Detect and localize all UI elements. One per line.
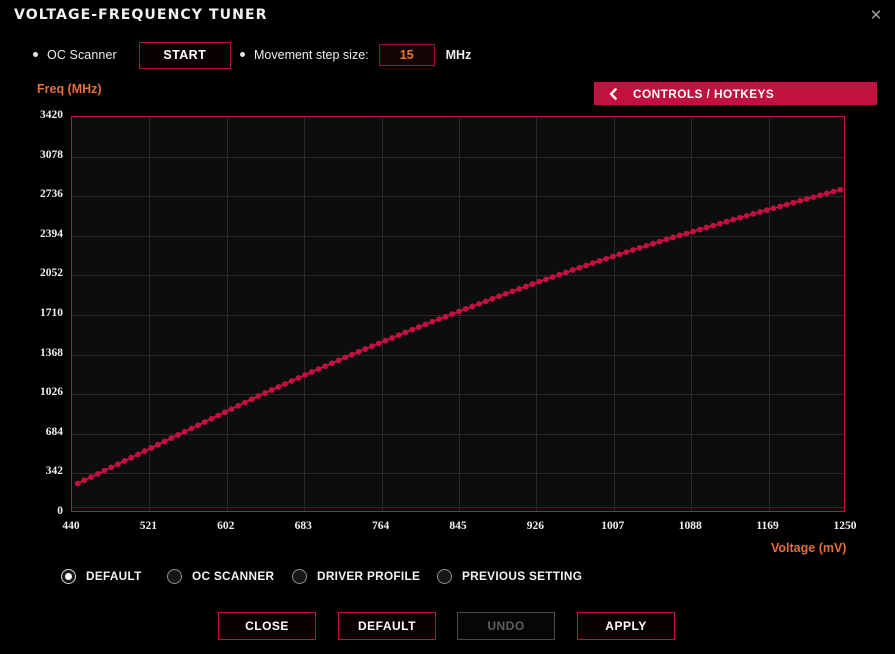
radio-previous-setting[interactable]: PREVIOUS SETTING — [437, 564, 582, 588]
start-button[interactable]: START — [138, 41, 231, 69]
y-axis-tick-label: 3420 — [40, 109, 63, 121]
bullet-icon — [240, 51, 245, 57]
radio-selected-dot-icon — [65, 572, 72, 580]
footer-button-row: CLOSE DEFAULT UNDO APPLY — [0, 612, 895, 642]
mode-radio-group: DEFAULT OC SCANNER DRIVER PROFILE PREVIOUS … — [0, 564, 895, 588]
y-axis-tick-labels: 0 342 684 1026 1368 1710 2052 2394 2736 3078 3420 — [0, 0, 63, 654]
y-axis-tick-label: 3078 — [40, 148, 63, 161]
x-axis-tick-label: 440 — [62, 520, 80, 532]
movement-step-size-input[interactable]: 15 — [378, 44, 435, 66]
close-button[interactable]: CLOSE — [218, 612, 316, 640]
x-axis-tick-label: 683 — [294, 520, 312, 532]
radio-circle-icon — [167, 568, 182, 584]
x-axis-tick-label: 1088 — [678, 520, 702, 532]
y-axis-tick-label: 2394 — [40, 227, 63, 240]
radio-label: DEFAULT — [86, 569, 142, 583]
x-axis-tick-label: 602 — [217, 520, 235, 532]
x-axis-tick-label: 521 — [139, 520, 158, 532]
curve-series — [74, 186, 844, 487]
movement-step-size-group: Movement step size: 15 MHz — [240, 40, 471, 70]
voltage-frequency-chart[interactable] — [71, 116, 845, 512]
x-axis-tick-label: 845 — [449, 520, 467, 532]
top-control-row: OC Scanner START Movement step size: 15 … — [0, 40, 895, 105]
title-bar: VOLTAGE-FREQUENCY TUNER ✕ — [0, 0, 895, 34]
x-axis-tick-labels: 440 521 602 683 764 845 926 1007 1088 1169 1250 — [0, 520, 895, 538]
y-axis-tick-label: 1026 — [40, 386, 63, 399]
y-axis-tick-label: 0 — [57, 505, 63, 517]
radio-circle-icon — [437, 568, 452, 584]
y-axis-tick-label: 2736 — [40, 188, 63, 201]
radio-label: OC SCANNER — [192, 569, 275, 583]
radio-label: PREVIOUS SETTING — [462, 569, 583, 583]
radio-driver-profile[interactable]: DRIVER PROFILE — [292, 564, 420, 588]
x-axis-tick-label: 1007 — [601, 520, 625, 532]
x-axis-tick-label: 926 — [526, 520, 545, 532]
x-axis-tick-label: 1169 — [756, 520, 779, 532]
controls-hotkeys-button[interactable]: CONTROLS / HOTKEYS — [594, 82, 877, 105]
apply-button[interactable]: APPLY — [577, 612, 675, 640]
radio-label: DRIVER PROFILE — [317, 569, 421, 583]
x-axis-tick-label: 764 — [371, 520, 390, 532]
radio-circle-icon — [292, 568, 307, 584]
controls-hotkeys-label: CONTROLS / HOTKEYS — [633, 86, 775, 101]
voltage-frequency-tuner-window: VOLTAGE-FREQUENCY TUNER ✕ OC Scanner STA… — [0, 0, 895, 654]
radio-default[interactable]: DEFAULT — [61, 564, 142, 588]
y-axis-tick-label: 342 — [45, 465, 63, 478]
radio-oc-scanner[interactable]: OC SCANNER — [167, 564, 274, 588]
chevron-left-icon — [607, 87, 619, 100]
close-icon[interactable]: ✕ — [865, 4, 887, 26]
x-axis-title: Voltage (mV) — [771, 541, 847, 555]
default-button[interactable]: DEFAULT — [338, 612, 436, 640]
movement-step-size-unit: MHz — [445, 48, 472, 62]
y-axis-tick-label: 684 — [45, 425, 63, 438]
y-axis-tick-label: 2052 — [40, 267, 63, 280]
undo-button: UNDO — [457, 612, 555, 640]
plot-area — [72, 117, 844, 511]
y-axis-tick-label: 1710 — [40, 307, 63, 319]
y-axis-tick-label: 1368 — [40, 346, 63, 359]
radio-circle-icon — [61, 568, 76, 584]
x-axis-tick-label: 1250 — [833, 520, 857, 532]
movement-step-size-label: Movement step size: — [254, 48, 369, 62]
